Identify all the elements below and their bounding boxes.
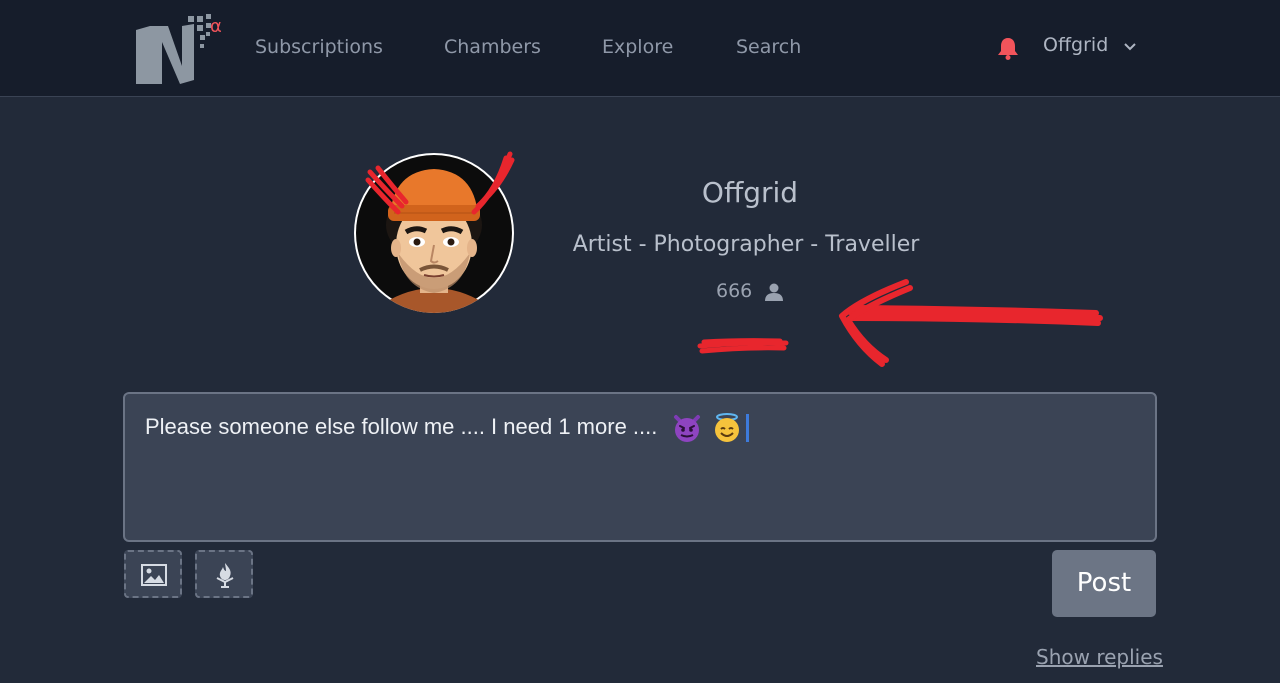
chevron-down-icon[interactable] <box>1123 42 1137 52</box>
svg-text:α: α <box>210 16 222 37</box>
profile-bio: Artist - Photographer - Traveller <box>572 232 920 257</box>
smiling-face-with-halo-emoji <box>715 413 740 442</box>
user-icon <box>765 283 783 301</box>
show-replies-link[interactable]: Show replies <box>1036 645 1163 669</box>
profile-avatar <box>354 153 514 313</box>
add-image-button[interactable] <box>124 550 182 598</box>
flame-icon <box>216 563 234 588</box>
user-menu-name[interactable]: Offgrid <box>1043 34 1108 56</box>
post-composer-textarea[interactable]: Please someone else follow me .... I nee… <box>123 392 1157 542</box>
post-button[interactable]: Post <box>1052 550 1156 617</box>
follower-count[interactable]: 666 <box>716 280 752 302</box>
smiling-imp-emoji <box>674 415 701 442</box>
profile-name: Offgrid <box>701 176 799 209</box>
add-torch-button[interactable] <box>195 550 253 598</box>
top-navbar: α Subscriptions Chambers Explore Search … <box>0 0 1280 97</box>
nav-explore[interactable]: Explore <box>602 36 673 58</box>
text-cursor <box>746 414 750 442</box>
composer-text: Please someone else follow me .... I nee… <box>145 413 664 439</box>
bell-icon[interactable] <box>997 36 1019 60</box>
app-logo[interactable]: α <box>134 10 229 88</box>
nav-chambers[interactable]: Chambers <box>444 36 541 58</box>
image-icon <box>141 564 167 586</box>
nav-search[interactable]: Search <box>736 36 801 58</box>
nav-subscriptions[interactable]: Subscriptions <box>255 36 383 58</box>
